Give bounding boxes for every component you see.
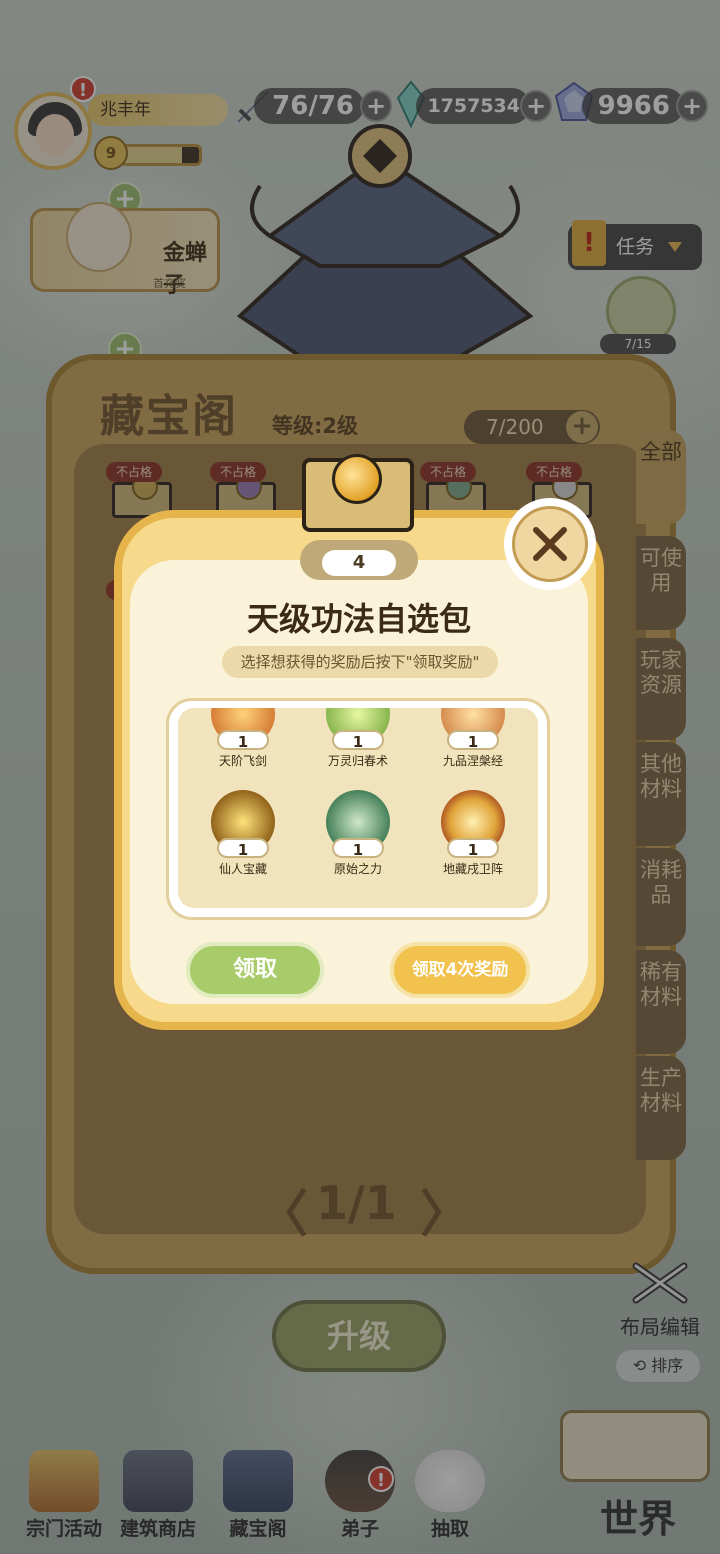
reward-grid[interactable]: 1 天阶飞剑 1 万灵归春术 1 九品涅槃经 1 仙人宝藏 1 原始之力 1 地…	[178, 708, 538, 908]
pack-count: 4	[322, 550, 396, 576]
close-dialog-button[interactable]	[504, 498, 596, 590]
reward-item[interactable]: 1 九品涅槃经	[418, 708, 528, 769]
reward-item[interactable]: 1 原始之力	[303, 790, 413, 877]
reward-item[interactable]: 1 万灵归春术	[303, 708, 413, 769]
reward-item[interactable]: 1 仙人宝藏	[188, 790, 298, 877]
reward-item[interactable]: 1 地藏戌卫阵	[418, 790, 528, 877]
golden-orb-icon	[332, 454, 382, 504]
claim-button[interactable]: 领取	[186, 942, 324, 998]
reward-item[interactable]: 1 天阶飞剑	[188, 708, 298, 769]
dialog-title: 天级功法自选包	[246, 600, 471, 638]
dialog-subtitle: 选择想获得的奖励后按下"领取奖励"	[222, 646, 498, 678]
close-icon	[533, 527, 567, 561]
claim-multiple-button[interactable]: 领取4次奖励	[390, 942, 530, 998]
